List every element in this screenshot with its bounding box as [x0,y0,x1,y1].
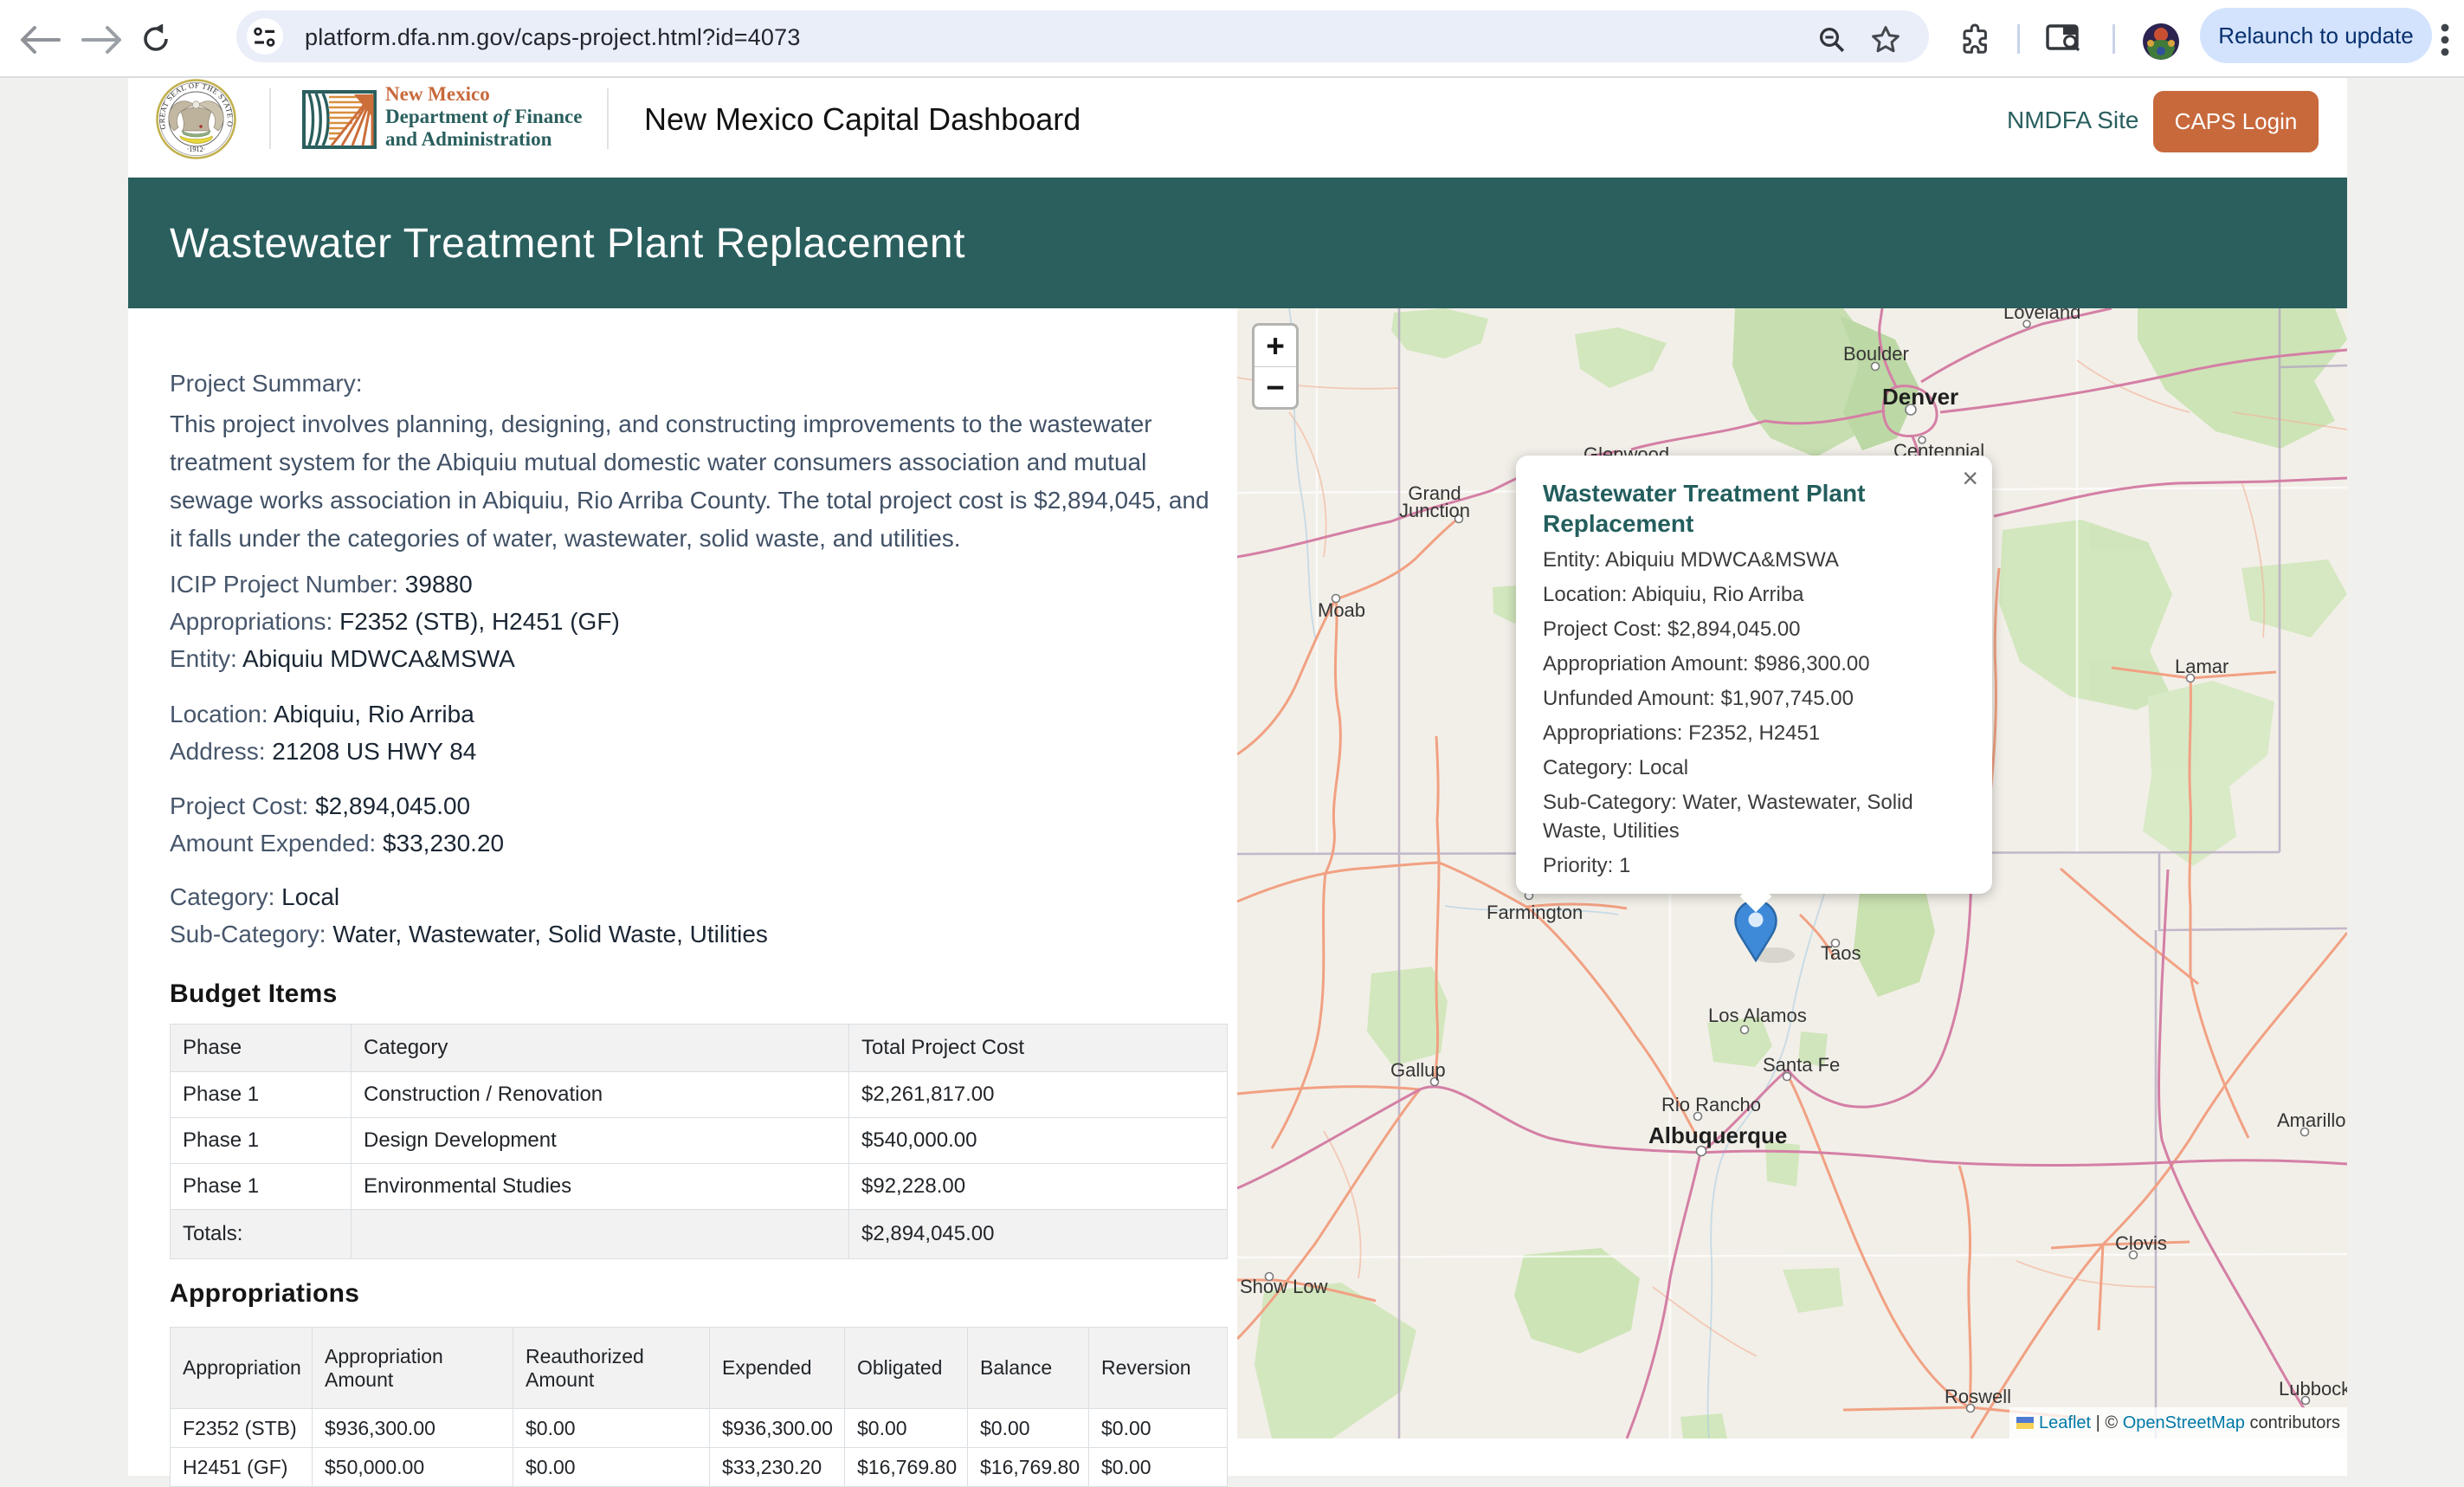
svg-text:Farmington: Farmington [1487,902,1583,923]
svg-text:Moab: Moab [1318,599,1365,621]
svg-text:·1912·: ·1912· [187,145,206,153]
svg-text:Gallup: Gallup [1390,1059,1446,1081]
svg-text:Boulder: Boulder [1843,343,1909,365]
svg-text:Denver: Denver [1882,384,1958,410]
svg-text:Taos: Taos [1821,942,1861,964]
svg-text:Santa Fe: Santa Fe [1763,1054,1840,1076]
svg-text:Junction: Junction [1399,500,1470,521]
svg-text:Amarillo: Amarillo [2277,1109,2345,1131]
svg-text:Roswell: Roswell [1945,1386,2011,1407]
svg-text:Rio Rancho: Rio Rancho [1661,1094,1761,1115]
svg-text:Lubbock: Lubbock [2279,1378,2347,1400]
svg-text:Albuquerque: Albuquerque [1648,1122,1787,1148]
svg-text:Loveland: Loveland [2003,308,2080,323]
svg-text:Los Alamos: Los Alamos [1708,1005,1807,1026]
svg-text:Show Low: Show Low [1240,1276,1328,1297]
svg-text:Clovis: Clovis [2115,1232,2167,1254]
svg-text:Lamar: Lamar [2175,656,2229,677]
